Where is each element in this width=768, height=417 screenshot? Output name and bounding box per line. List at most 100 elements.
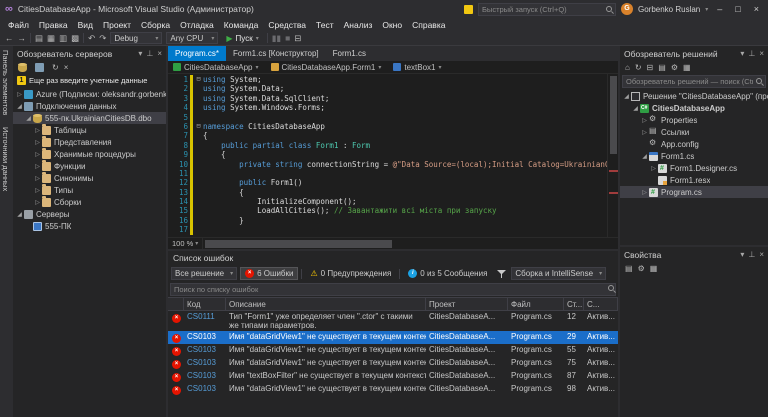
error-row[interactable]: ×CS0111Тип "Form1" уже определяет член "… bbox=[168, 311, 618, 331]
pin-icon[interactable]: ⊥ bbox=[748, 250, 755, 259]
connect-server-icon[interactable] bbox=[35, 63, 44, 72]
server-tree-item[interactable]: ▷Синонимы bbox=[13, 172, 166, 184]
menu-item-9[interactable]: Анализ bbox=[339, 20, 378, 30]
menu-item-5[interactable]: Отладка bbox=[175, 20, 219, 30]
expander-right-icon[interactable]: ▷ bbox=[33, 139, 42, 146]
errors-filter-button[interactable]: × 6 Ошибки bbox=[240, 267, 298, 280]
expander-right-icon[interactable]: ▷ bbox=[640, 117, 649, 124]
code-line[interactable]: 13 { bbox=[168, 188, 607, 197]
editor-horizontal-scrollbar[interactable] bbox=[202, 238, 618, 249]
code-line[interactable]: 2using System.Data; bbox=[168, 84, 607, 93]
error-row[interactable]: ×CS0103Имя "dataGridView1" не существует… bbox=[168, 331, 618, 344]
menu-item-0[interactable]: Файл bbox=[3, 20, 34, 30]
error-row[interactable]: ×CS0103Имя "dataGridView1" не существует… bbox=[168, 383, 618, 396]
source-dropdown[interactable]: Сборка и IntelliSense ▾ bbox=[511, 267, 606, 280]
chevron-down-icon[interactable]: ▾ bbox=[740, 250, 744, 259]
expander-down-icon[interactable]: ◢ bbox=[622, 93, 631, 100]
fold-collapse-icon[interactable]: ⊟ bbox=[194, 122, 203, 131]
refresh-icon[interactable]: ↻ bbox=[635, 61, 642, 74]
error-search-input[interactable] bbox=[170, 283, 616, 296]
new-file-icon[interactable]: ▤ bbox=[35, 33, 43, 44]
server-tree-item[interactable]: ◢Подключения данных bbox=[13, 100, 166, 112]
user-avatar[interactable]: G bbox=[621, 3, 633, 15]
menu-item-10[interactable]: Окно bbox=[377, 20, 407, 30]
configuration-dropdown[interactable]: Debug ▾ bbox=[110, 32, 162, 44]
expander-down-icon[interactable]: ◢ bbox=[24, 115, 33, 122]
credentials-notice[interactable]: 1 Еще раз введите учетные данные bbox=[13, 74, 166, 87]
filter-icon[interactable] bbox=[497, 269, 506, 278]
code-line[interactable]: 5 bbox=[168, 113, 607, 122]
stop-icon[interactable]: ■ bbox=[285, 33, 290, 43]
navigate-back-icon[interactable]: ← bbox=[5, 33, 14, 43]
server-tree-item[interactable]: ▷Типы bbox=[13, 184, 166, 196]
messages-filter-button[interactable]: i 0 из 5 Сообщения bbox=[403, 267, 492, 280]
code-line[interactable]: 15 LoadAllCities(); // Завантажити всі м… bbox=[168, 206, 607, 215]
column-state[interactable]: С... bbox=[584, 298, 618, 310]
menu-item-2[interactable]: Вид bbox=[73, 20, 98, 30]
code-line[interactable]: 12 public Form1() bbox=[168, 178, 607, 187]
column-project[interactable]: Проект bbox=[426, 298, 508, 310]
solution-tree-item[interactable]: ▷Program.cs bbox=[620, 186, 768, 198]
tab-program-cs[interactable]: Program.cs* bbox=[168, 46, 226, 61]
column-description[interactable]: Описание bbox=[226, 298, 426, 310]
data-sources-tab[interactable]: Источники данных bbox=[1, 127, 10, 191]
property-pages-icon[interactable]: ▦ bbox=[650, 262, 658, 275]
expander-right-icon[interactable]: ▷ bbox=[33, 163, 42, 170]
user-dropdown-icon[interactable]: ▾ bbox=[705, 6, 708, 13]
expander-right-icon[interactable]: ▷ bbox=[33, 187, 42, 194]
column-line[interactable]: Ст... bbox=[564, 298, 584, 310]
solution-tree-item[interactable]: ◢CitiesDatabaseApp bbox=[620, 102, 768, 114]
server-tree-item[interactable]: ▷Сборки bbox=[13, 196, 166, 208]
error-list-title[interactable]: Список ошибок bbox=[168, 251, 618, 265]
solution-tree-item[interactable]: ◢Решение "CitiesDatabaseApp" (проекто... bbox=[620, 90, 768, 102]
solution-tree-item[interactable]: ▷Properties bbox=[620, 114, 768, 126]
close-icon[interactable]: × bbox=[759, 49, 764, 58]
refresh-icon[interactable]: ↻ bbox=[52, 61, 59, 74]
solution-search-input[interactable] bbox=[622, 75, 766, 88]
solution-tree-item[interactable]: ▷Form1.Designer.cs bbox=[620, 162, 768, 174]
code-line[interactable]: 16 } bbox=[168, 216, 607, 225]
pin-icon[interactable]: ⊥ bbox=[146, 49, 153, 58]
expander-right-icon[interactable]: ▷ bbox=[33, 127, 42, 134]
menu-item-11[interactable]: Справка bbox=[407, 20, 450, 30]
expander-right-icon[interactable]: ▷ bbox=[33, 175, 42, 182]
code-line[interactable]: 1⊟using System; bbox=[168, 75, 607, 84]
undo-icon[interactable]: ↶ bbox=[88, 33, 95, 44]
toolbox-tab[interactable]: Панель элементов bbox=[1, 50, 10, 115]
stop-refresh-icon[interactable]: × bbox=[64, 61, 69, 74]
navigate-forward-icon[interactable]: → bbox=[18, 33, 27, 43]
home-icon[interactable]: ⌂ bbox=[625, 61, 630, 74]
server-tree-item[interactable]: ◢555-пк.UkrainianCitiesDB.dbo bbox=[13, 112, 166, 124]
menu-item-4[interactable]: Сборка bbox=[136, 20, 175, 30]
solution-tree-item[interactable]: App.config bbox=[620, 138, 768, 150]
categorized-icon[interactable]: ▤ bbox=[625, 262, 633, 275]
code-line[interactable]: 11 bbox=[168, 169, 607, 178]
breadcrumb-project[interactable]: CitiesDatabaseApp ▾ bbox=[173, 63, 259, 72]
column-file[interactable]: Файл bbox=[508, 298, 564, 310]
platform-dropdown[interactable]: Any CPU ▾ bbox=[166, 32, 218, 44]
step-into-icon[interactable]: ⊟ bbox=[294, 33, 301, 44]
collapse-all-icon[interactable]: ⊟ bbox=[647, 61, 654, 74]
expander-right-icon[interactable]: ▷ bbox=[33, 151, 42, 158]
start-debug-button[interactable]: ▶ Пуск ▾ bbox=[222, 34, 262, 43]
expander-right-icon[interactable]: ▷ bbox=[15, 91, 24, 98]
zoom-control[interactable]: 100 % ▾ bbox=[168, 239, 202, 248]
open-file-icon[interactable]: ▦ bbox=[47, 33, 55, 44]
redo-icon[interactable]: ↷ bbox=[99, 33, 106, 44]
expander-down-icon[interactable]: ◢ bbox=[15, 211, 24, 218]
scrollbar-thumb[interactable] bbox=[205, 240, 392, 248]
menu-item-7[interactable]: Средства bbox=[263, 20, 311, 30]
code-line[interactable]: 17 bbox=[168, 225, 607, 234]
code-line[interactable]: 14 InitializeComponent(); bbox=[168, 197, 607, 206]
menu-item-1[interactable]: Правка bbox=[34, 20, 73, 30]
expander-down-icon[interactable]: ◢ bbox=[640, 153, 649, 160]
close-button[interactable]: × bbox=[750, 4, 763, 14]
code-line[interactable]: 4using System.Windows.Forms; bbox=[168, 103, 607, 112]
code-line[interactable]: 6⊟namespace CitiesDatabaseApp bbox=[168, 122, 607, 131]
save-icon[interactable]: ▥ bbox=[59, 33, 67, 44]
scope-dropdown[interactable]: Все решение ▾ bbox=[171, 267, 237, 280]
server-tree-item[interactable]: ▷Представления bbox=[13, 136, 166, 148]
properties-icon[interactable]: ⚙ bbox=[671, 61, 678, 74]
close-icon[interactable]: × bbox=[157, 49, 162, 58]
server-tree-item[interactable]: 555-ПК bbox=[13, 220, 166, 232]
